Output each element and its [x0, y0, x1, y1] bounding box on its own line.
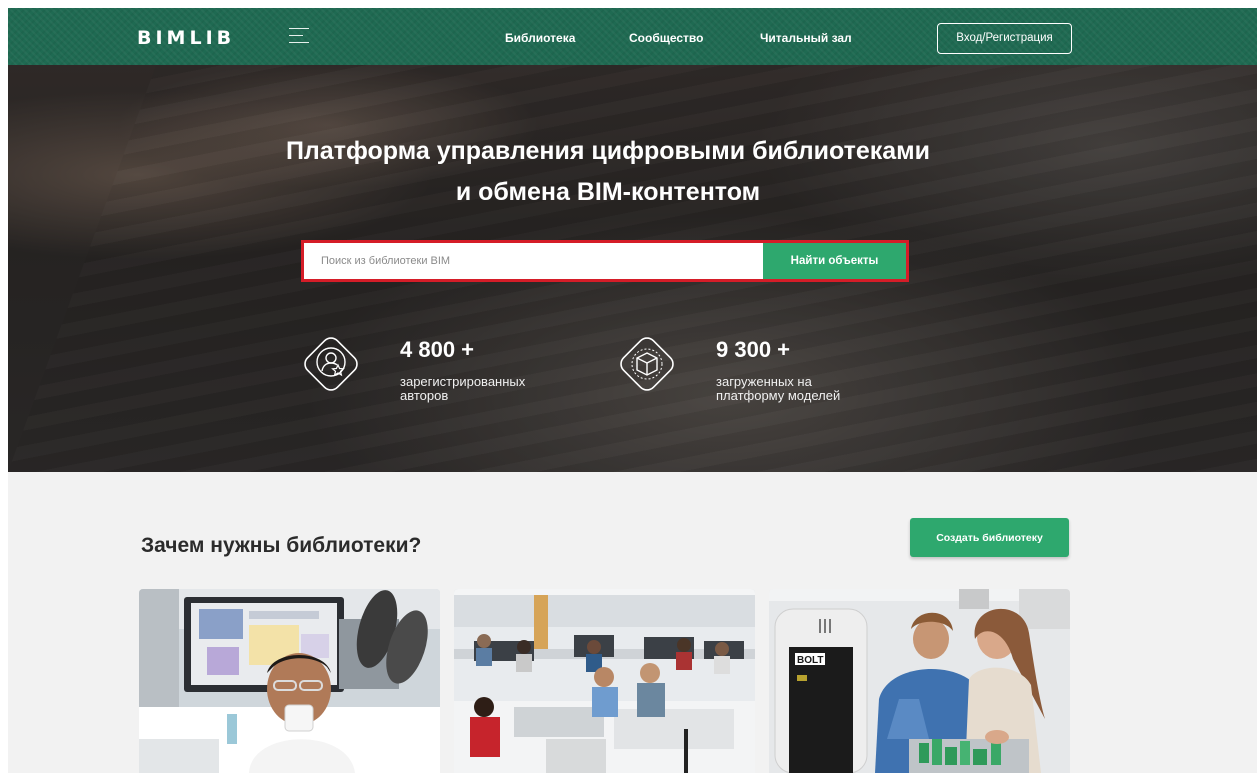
nav-community[interactable]: Сообщество: [629, 31, 703, 45]
hero-banner: Платформа управления цифровыми библиотек…: [8, 65, 1257, 472]
office-worker-photo: [139, 589, 440, 773]
nav-library[interactable]: Библиотека: [505, 31, 575, 45]
search-bar: Найти объекты: [301, 240, 909, 282]
stat-authors-value: 4 800 +: [400, 337, 475, 362]
stat-models-label-2: платформу моделей: [716, 388, 841, 403]
search-input[interactable]: [304, 243, 763, 279]
author-star-icon: [304, 337, 358, 391]
open-office-photo: [454, 589, 755, 773]
card-open-office[interactable]: [454, 589, 755, 773]
stat-authors-label-1: зарегистрированных: [400, 374, 526, 389]
site-header: BIMLIB Библиотека Сообщество Читальный з…: [8, 8, 1257, 65]
stat-models-value: 9 300 +: [716, 337, 791, 362]
stat-models-label-1: загруженных на: [716, 374, 812, 389]
stat-authors-label-2: авторов: [400, 388, 449, 403]
login-register-button[interactable]: Вход/Регистрация: [937, 23, 1072, 54]
card-office-worker[interactable]: [139, 589, 440, 773]
section-title: Зачем нужны библиотеки?: [141, 534, 422, 557]
create-library-button[interactable]: Создать библиотеку: [910, 518, 1069, 557]
stat-models: 9 300 + загруженных на платформу моделей: [612, 327, 892, 417]
stat-authors: 4 800 + зарегистрированных авторов: [296, 327, 556, 417]
page-frame: BIMLIB Библиотека Сообщество Читальный з…: [8, 8, 1257, 773]
hero-title-line-1: Платформа управления цифровыми библиотек…: [285, 137, 931, 165]
search-submit-button[interactable]: Найти объекты: [763, 243, 906, 279]
bolt-sign: BOLT: [797, 655, 823, 666]
card-team-bolt[interactable]: BOLT: [769, 589, 1070, 773]
hero-title: Платформа управления цифровыми библиотек…: [8, 131, 1208, 213]
cube-icon: [620, 337, 674, 391]
site-logo[interactable]: BIMLIB: [137, 27, 235, 49]
nav-reading-room[interactable]: Читальный зал: [760, 31, 852, 45]
hero-title-line-2: и обмена BIM-контентом: [455, 178, 761, 206]
menu-burger-icon[interactable]: [289, 28, 309, 44]
team-bolt-photo: BOLT: [769, 589, 1070, 773]
